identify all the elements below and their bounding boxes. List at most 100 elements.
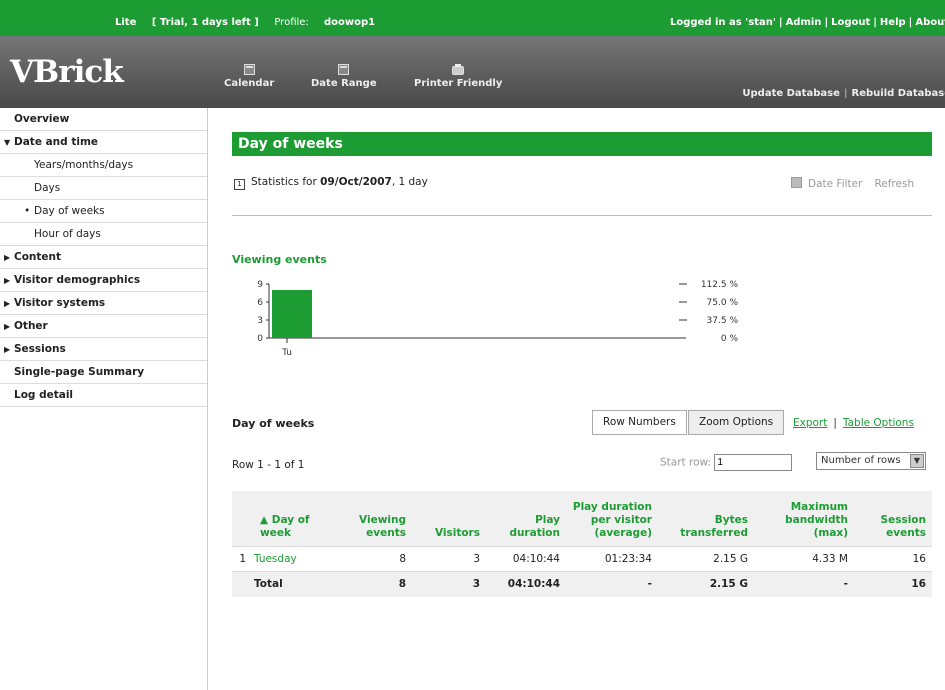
- data-table: ▲ Day of week Viewing events Visitors Pl…: [232, 491, 932, 597]
- rebuild-database-link[interactable]: Rebuild Database: [852, 88, 945, 99]
- active-bullet-icon: •: [24, 205, 31, 217]
- sidebar-item-label: Hour of days: [34, 228, 101, 240]
- start-row-label: Start row:: [660, 456, 712, 469]
- total-viewing: 8: [338, 571, 412, 597]
- sidebar-item-label: Years/months/days: [34, 159, 134, 171]
- column-day-of-week[interactable]: ▲ Day of week: [232, 491, 338, 547]
- number-of-rows-label: Number of rows: [821, 455, 901, 466]
- printer-friendly-label: Printer Friendly: [414, 78, 503, 89]
- table-options-link[interactable]: Table Options: [843, 417, 914, 429]
- profile-label: Profile:: [274, 17, 309, 28]
- sidebar-item-single-page-summary[interactable]: Single-page Summary: [0, 361, 207, 384]
- vbrick-logo: VBrick: [10, 54, 124, 90]
- tab-row-numbers[interactable]: Row Numbers: [592, 410, 687, 435]
- cell-maxbw: 4.33 M: [754, 546, 854, 572]
- number-of-rows-select[interactable]: Number of rows ▼: [816, 452, 926, 470]
- column-viewing-events[interactable]: Viewing events: [338, 491, 412, 547]
- sidebar-item-label: Log detail: [14, 389, 74, 401]
- row-index: 1: [232, 546, 248, 572]
- page-title: Day of weeks: [232, 132, 932, 156]
- sidebar-item-other[interactable]: ▶ Other: [0, 315, 207, 338]
- cell-sessions: 16: [854, 546, 932, 572]
- main-content: Day of weeks 1 Statistics for 09/Oct/2007…: [208, 108, 945, 690]
- sidebar-item-overview[interactable]: Overview: [0, 108, 207, 131]
- calendar-icon: 1: [234, 179, 245, 190]
- cell-ppv: 01:23:34: [566, 546, 658, 572]
- total-maxbw: -: [754, 571, 854, 597]
- total-sessions: 16: [854, 571, 932, 597]
- column-play-duration[interactable]: Play duration: [486, 491, 566, 547]
- total-visitors: 3: [412, 571, 486, 597]
- y-tick-label: 0: [257, 334, 263, 344]
- total-label: Total: [248, 571, 338, 597]
- table-section-title: Day of weeks: [232, 417, 315, 430]
- date-range-label: Date Range: [311, 78, 377, 89]
- table-links: Export | Table Options: [793, 417, 914, 429]
- date-range-icon: [338, 64, 350, 75]
- sidebar-item-day-of-weeks[interactable]: • Day of weeks: [0, 200, 207, 223]
- chart-svg: 0 3 6 9 0 % 37.5 % 75.0 % 112.5 % Tu: [257, 280, 739, 358]
- about-link[interactable]: About: [915, 17, 945, 28]
- sidebar-item-label: Other: [14, 320, 48, 332]
- stats-suffix: , 1 day: [391, 176, 428, 188]
- database-actions: Update Database | Rebuild Database: [742, 88, 945, 99]
- date-filter-checkbox[interactable]: [791, 177, 802, 188]
- sidebar-item-visitor-demographics[interactable]: ▶ Visitor demographics: [0, 269, 207, 292]
- calendar-label: Calendar: [224, 78, 275, 89]
- refresh-button[interactable]: Refresh: [874, 178, 914, 190]
- sidebar-item-label: Days: [34, 182, 61, 194]
- bar: [272, 290, 312, 338]
- column-bytes-transferred[interactable]: Bytes transferred: [658, 491, 754, 547]
- admin-link[interactable]: Admin: [786, 17, 822, 28]
- start-row-input[interactable]: [714, 454, 793, 471]
- sidebar-item-visitor-systems[interactable]: ▶ Visitor systems: [0, 292, 207, 315]
- sidebar-item-sessions[interactable]: ▶ Sessions: [0, 338, 207, 361]
- edition-label: Lite: [115, 17, 137, 28]
- sidebar-item-years-months-days[interactable]: Years/months/days: [0, 154, 207, 177]
- sidebar-item-days[interactable]: Days: [0, 177, 207, 200]
- export-link[interactable]: Export: [793, 417, 827, 429]
- row-day-link[interactable]: Tuesday: [248, 546, 338, 572]
- sidebar-item-date-and-time[interactable]: ▼ Date and time: [0, 131, 207, 154]
- statistics-info: 1 Statistics for 09/Oct/2007, 1 day: [234, 176, 428, 190]
- collapsed-arrow-icon: ▶: [4, 276, 11, 285]
- sidebar-item-label: Day of weeks: [34, 205, 105, 217]
- y-tick-label: 3: [257, 316, 263, 326]
- stats-prefix: Statistics for: [251, 176, 317, 188]
- pct-tick-label: 37.5 %: [707, 316, 739, 326]
- column-play-per-visitor[interactable]: Play duration per visitor (average): [566, 491, 658, 547]
- logout-link[interactable]: Logout: [831, 17, 870, 28]
- column-visitors[interactable]: Visitors: [412, 491, 486, 547]
- printer-icon: [452, 64, 465, 75]
- total-play: 04:10:44: [486, 571, 566, 597]
- column-maximum-bandwidth[interactable]: Maximum bandwidth (max): [754, 491, 854, 547]
- update-database-link[interactable]: Update Database: [742, 88, 839, 99]
- calendar-button[interactable]: Calendar: [224, 64, 274, 89]
- x-tick-label: Tu: [281, 348, 292, 358]
- tab-zoom-options[interactable]: Zoom Options: [688, 410, 785, 435]
- calendar-icon: [243, 64, 255, 75]
- help-link[interactable]: Help: [880, 17, 906, 28]
- profile-info: Profile: doowop1: [274, 17, 375, 28]
- row-info: Row 1 - 1 of 1: [232, 459, 305, 471]
- chart-title: Viewing events: [232, 253, 327, 266]
- collapsed-arrow-icon: ▶: [4, 299, 11, 308]
- date-range-button[interactable]: Date Range: [311, 64, 377, 89]
- sidebar-item-hour-of-days[interactable]: Hour of days: [0, 223, 207, 246]
- sidebar-item-label: Sessions: [14, 343, 66, 355]
- y-tick-label: 6: [257, 298, 263, 308]
- table-header-row: ▲ Day of week Viewing events Visitors Pl…: [232, 491, 932, 547]
- logged-in-label: Logged in as 'stan': [669, 17, 776, 28]
- printer-friendly-button[interactable]: Printer Friendly: [414, 64, 502, 89]
- date-filter-label: Date Filter: [808, 178, 863, 190]
- y-tick-label: 9: [257, 280, 263, 290]
- chevron-down-icon: ▼: [910, 454, 924, 468]
- pct-tick-label: 0 %: [721, 334, 739, 344]
- sidebar-item-label: Content: [14, 251, 62, 263]
- collapsed-arrow-icon: ▶: [4, 253, 11, 262]
- total-bytes: 2.15 G: [658, 571, 754, 597]
- column-session-events[interactable]: Session events: [854, 491, 932, 547]
- sidebar-item-content[interactable]: ▶ Content: [0, 246, 207, 269]
- pct-tick-label: 75.0 %: [707, 298, 739, 308]
- sidebar-item-log-detail[interactable]: Log detail: [0, 384, 207, 407]
